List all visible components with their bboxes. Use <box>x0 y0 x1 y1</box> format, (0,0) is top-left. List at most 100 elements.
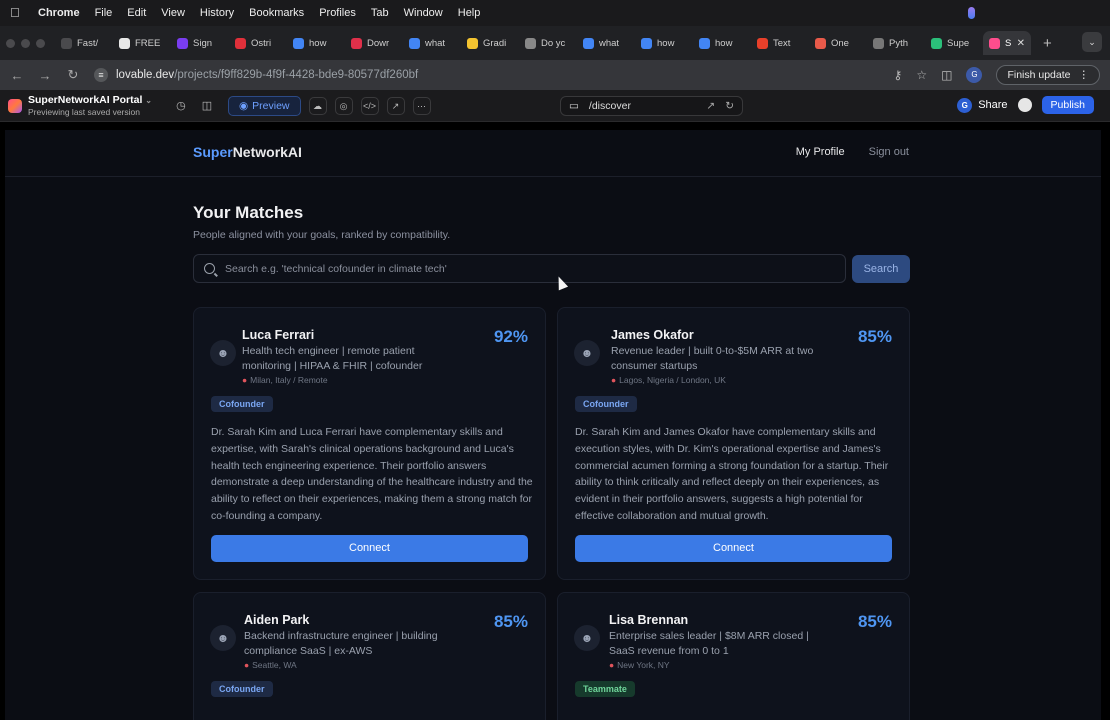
menu-help[interactable]: Help <box>458 7 481 19</box>
match-score: 92% <box>493 327 528 346</box>
tab-favicon-icon <box>815 37 826 49</box>
sign-out-link[interactable]: Sign out <box>869 146 909 158</box>
browser-tab[interactable]: Pyth <box>867 31 923 55</box>
match-name: James Okafor <box>611 328 694 342</box>
match-description: Dr. Sarah Kim and James Okafor have comp… <box>575 426 889 522</box>
tab-label: Ostri <box>251 37 272 49</box>
browser-tab[interactable]: Fast/ <box>55 31 111 55</box>
browser-tab[interactable]: Gradi <box>461 31 517 55</box>
forward-icon[interactable]: → <box>38 68 52 83</box>
browser-tab[interactable]: how <box>635 31 691 55</box>
more-horizontal-icon[interactable]: ⋯ <box>412 96 431 115</box>
code-icon[interactable]: </> <box>360 96 379 115</box>
publish-button[interactable]: Publish <box>1041 96 1094 114</box>
menu-window[interactable]: Window <box>404 7 443 19</box>
browser-tab[interactable]: Do yc <box>519 31 575 55</box>
tab-search-button[interactable]: ⌄ <box>1082 32 1102 52</box>
window-controls <box>6 38 45 48</box>
site-info-icon[interactable]: ≡ <box>94 68 108 82</box>
browser-tab[interactable]: Sign <box>171 31 227 55</box>
browser-tab[interactable]: One <box>809 31 865 55</box>
finish-update-button[interactable]: Finish update ⋮ <box>996 65 1100 85</box>
history-icon[interactable]: ◷ <box>172 97 190 115</box>
close-window-button[interactable] <box>6 38 15 48</box>
menu-edit[interactable]: Edit <box>127 7 146 19</box>
status-icon[interactable] <box>968 7 975 19</box>
menu-view[interactable]: View <box>161 7 185 19</box>
omnibox[interactable]: ≡ lovable.dev/projects/f9ff829b-4f9f-442… <box>94 68 880 82</box>
browser-tab[interactable]: Ostri <box>229 31 285 55</box>
tab-label: Fast/ <box>77 37 99 49</box>
project-switcher[interactable]: SuperNetworkAI Portal ⌄ Previewing last … <box>28 94 152 117</box>
browser-tab[interactable]: Dowr <box>345 31 401 55</box>
menu-app-name[interactable]: Chrome <box>38 7 80 19</box>
menu-history[interactable]: History <box>200 7 234 19</box>
apple-icon[interactable]:  <box>10 6 24 20</box>
tab-label: how <box>309 37 327 49</box>
connect-button[interactable]: Connect <box>211 535 528 562</box>
match-score: 85% <box>857 327 892 346</box>
browser-tab[interactable]: what <box>403 31 459 55</box>
role-badge: Cofounder <box>211 681 273 697</box>
project-status: Previewing last saved version <box>28 107 140 117</box>
minimize-window-button[interactable] <box>21 38 30 48</box>
browser-tab[interactable]: how <box>693 31 749 55</box>
profile-avatar[interactable]: G <box>966 67 983 83</box>
extensions-icon[interactable]: ◫ <box>941 68 952 82</box>
tab-label: Supe <box>947 37 970 49</box>
my-profile-link[interactable]: My Profile <box>796 146 845 158</box>
browser-tab[interactable]: Supe <box>925 31 981 55</box>
menu-file[interactable]: File <box>95 7 113 19</box>
back-icon[interactable]: ← <box>10 68 24 83</box>
menu-bookmarks[interactable]: Bookmarks <box>249 7 304 19</box>
match-name: Lisa Brennan <box>609 613 689 627</box>
menu-profiles[interactable]: Profiles <box>319 7 356 19</box>
zoom-window-button[interactable] <box>36 38 45 48</box>
logo-part-networkai: NetworkAI <box>232 144 302 160</box>
new-tab-button[interactable]: + <box>1043 35 1052 52</box>
reload-icon[interactable]: ↻ <box>66 67 80 83</box>
search-input[interactable]: Search e.g. 'technical cofounder in clim… <box>193 254 846 283</box>
user-icon: ☻ <box>574 625 600 651</box>
cloud-icon[interactable]: ☁ <box>308 96 327 115</box>
chevron-down-icon: ⌄ <box>145 96 152 105</box>
browser-tab[interactable]: FREE <box>113 31 169 55</box>
tab-label: Dowr <box>367 37 390 49</box>
share-button[interactable]: G Share <box>957 97 1008 113</box>
browser-tab[interactable]: how <box>287 31 343 55</box>
site-logo[interactable]: SuperNetworkAI <box>193 144 302 160</box>
analytics-icon[interactable]: ↗ <box>386 96 405 115</box>
address-toolbar: ← → ↻ ≡ lovable.dev/projects/f9ff829b-4f… <box>0 60 1110 90</box>
palette-icon[interactable]: ◎ <box>334 96 353 115</box>
search-button[interactable]: Search <box>852 255 910 283</box>
match-location: ● New York, NY <box>609 660 670 670</box>
match-card: ☻ Lisa Brennan 85% Enterprise sales lead… <box>557 592 910 720</box>
tab-favicon-icon <box>293 37 304 49</box>
tab-label: FREE <box>135 37 161 49</box>
password-key-icon[interactable]: ⚷ <box>894 68 903 82</box>
macos-menubar:  Chrome File Edit View History Bookmark… <box>0 0 1110 26</box>
tab-favicon-icon <box>61 37 72 49</box>
preview-label: Preview <box>252 99 290 112</box>
browser-tab[interactable]: what <box>577 31 633 55</box>
connect-button[interactable]: Connect <box>575 535 892 562</box>
github-icon[interactable] <box>1017 98 1032 112</box>
share-label: Share <box>978 99 1008 111</box>
route-bar[interactable]: ▭ /discover ↗ ↻ <box>560 96 743 116</box>
pin-icon: ● <box>244 660 250 670</box>
browser-tab[interactable]: S ✕ <box>983 31 1031 55</box>
sidebar-toggle-icon[interactable]: ◫ <box>198 97 216 115</box>
tab-label: Gradi <box>483 37 507 49</box>
browser-tab[interactable]: Text <box>751 31 807 55</box>
bookmark-star-icon[interactable]: ☆ <box>916 68 927 82</box>
tab-favicon-icon <box>467 37 478 49</box>
tab-label: how <box>715 37 733 49</box>
preview-button[interactable]: ◉ Preview <box>227 95 301 116</box>
tab-favicon-icon <box>525 37 536 49</box>
menu-tab[interactable]: Tab <box>371 7 389 19</box>
open-external-icon[interactable]: ↗ <box>706 100 715 112</box>
close-tab-icon[interactable]: ✕ <box>1017 38 1025 49</box>
match-card: ☻ Luca Ferrari 92% Health tech engineer … <box>193 307 546 580</box>
lovable-logo-icon[interactable] <box>8 98 22 113</box>
refresh-preview-icon[interactable]: ↻ <box>725 100 734 112</box>
